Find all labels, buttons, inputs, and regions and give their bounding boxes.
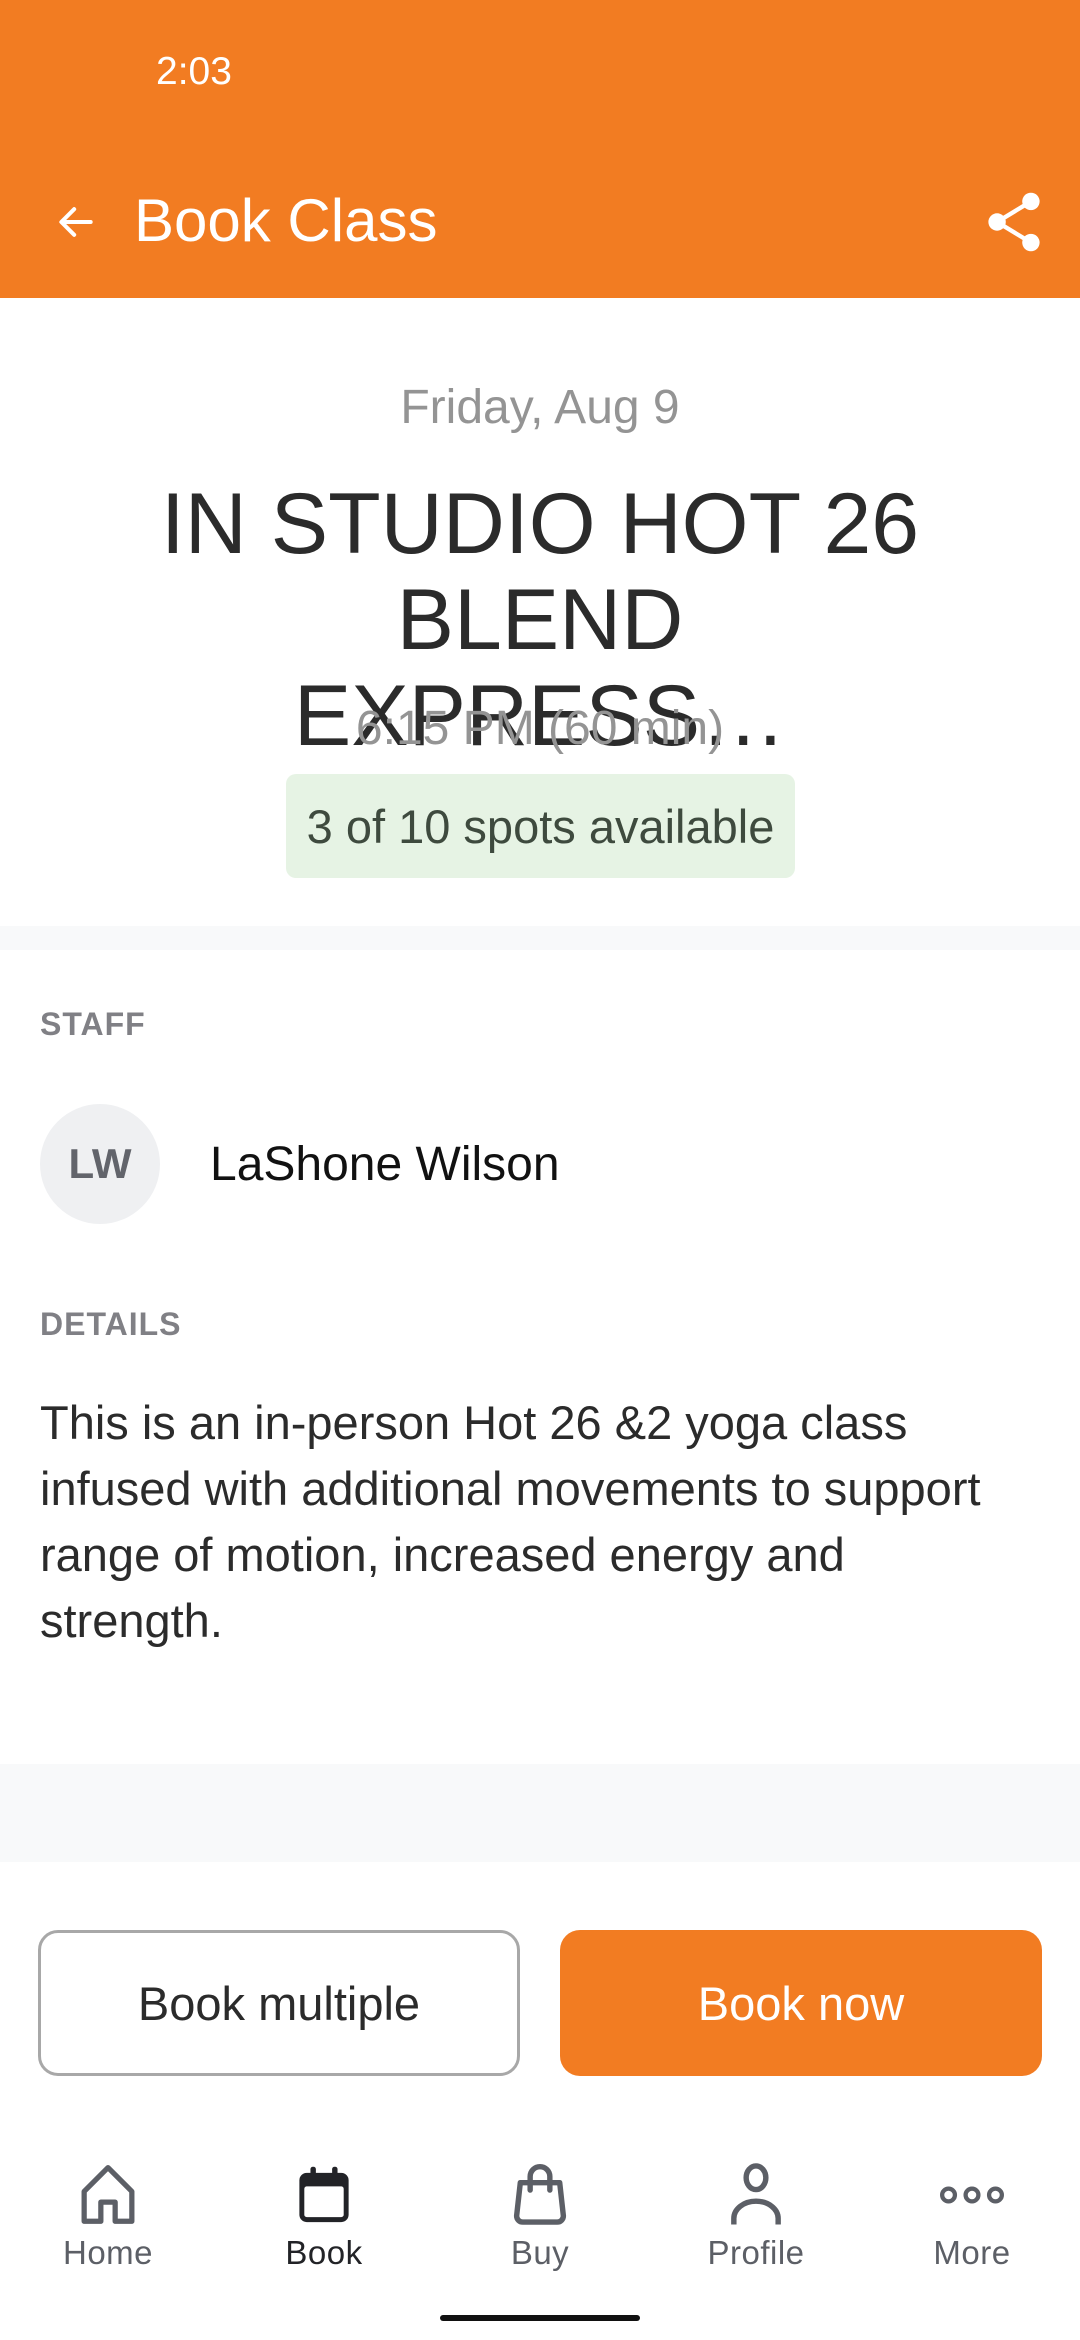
calendar-icon bbox=[299, 2166, 349, 2223]
arrow-left-icon bbox=[59, 207, 93, 237]
staff-name: LaShone Wilson bbox=[210, 1137, 560, 1191]
bottom-tab-bar: Home Book Buy Profile More bbox=[0, 2150, 1080, 2290]
staff-section-label: STAFF bbox=[40, 1006, 146, 1042]
app-bar: 2:03 Book Class bbox=[0, 0, 1080, 298]
tab-label: Buy bbox=[510, 2234, 570, 2271]
tab-label: Profile bbox=[707, 2234, 805, 2271]
more-horizontal-icon bbox=[940, 2186, 1004, 2204]
tab-buy[interactable]: Buy bbox=[432, 2150, 648, 2290]
book-multiple-button[interactable]: Book multiple bbox=[38, 1930, 520, 2076]
avatar: LW bbox=[40, 1104, 160, 1224]
tab-label: Home bbox=[62, 2234, 154, 2271]
person-icon bbox=[731, 2163, 781, 2225]
home-indicator[interactable] bbox=[440, 2315, 640, 2321]
shopping-bag-icon bbox=[513, 2164, 567, 2225]
share-button[interactable] bbox=[974, 182, 1054, 262]
class-summary: Friday, Aug 9 IN STUDIO HOT 26 BLEND EXP… bbox=[0, 298, 1080, 926]
class-description: This is an in-person Hot 26 &2 yoga clas… bbox=[40, 1396, 981, 1647]
section-divider bbox=[0, 926, 1080, 950]
tab-profile[interactable]: Profile bbox=[648, 2150, 864, 2290]
status-time: 2:03 bbox=[156, 50, 232, 93]
tab-home[interactable]: Home bbox=[0, 2150, 216, 2290]
class-time: 6:15 PM (60 min) bbox=[355, 702, 725, 755]
page-title: Book Class bbox=[134, 187, 438, 254]
tab-label: Book bbox=[285, 2234, 363, 2271]
book-now-button[interactable]: Book now bbox=[560, 1930, 1042, 2076]
staff-row[interactable]: LW LaShone Wilson bbox=[40, 1104, 560, 1224]
share-icon bbox=[988, 192, 1040, 252]
details-section-label: DETAILS bbox=[40, 1306, 182, 1342]
back-button[interactable] bbox=[40, 186, 112, 258]
tab-more[interactable]: More bbox=[864, 2150, 1080, 2290]
section-divider bbox=[0, 1764, 1080, 1862]
tab-label: More bbox=[933, 2234, 1011, 2271]
home-icon bbox=[81, 2164, 135, 2224]
spots-available-badge: 3 of 10 spots available bbox=[286, 774, 795, 878]
tab-book[interactable]: Book bbox=[216, 2150, 432, 2290]
class-date: Friday, Aug 9 bbox=[400, 381, 680, 434]
